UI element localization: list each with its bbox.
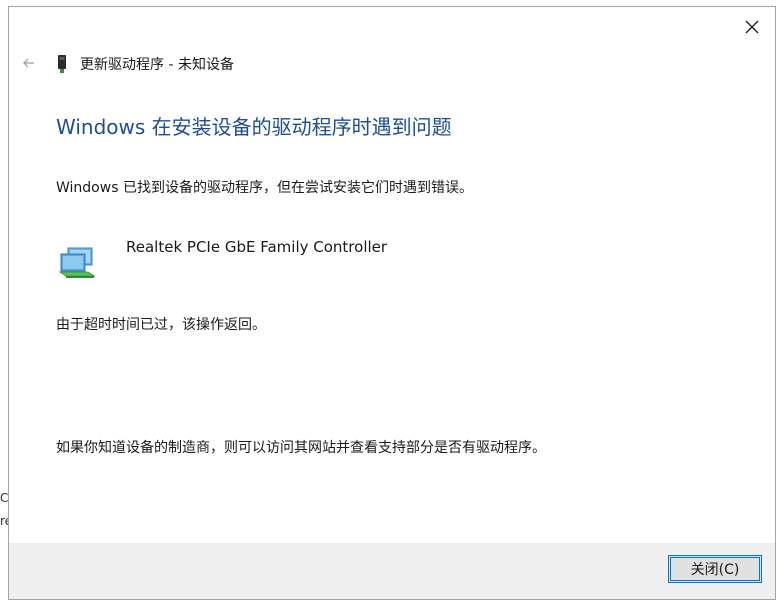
screen: C re 更新驱动程序 - 未知设备 Windows 在安装设备的驱动程序时遇到… — [0, 0, 778, 603]
error-heading: Windows 在安装设备的驱动程序时遇到问题 — [56, 115, 452, 139]
found-driver-message: Windows 已找到设备的驱动程序，但在尝试安装它们时遇到错误。 — [56, 180, 473, 196]
background-text-fragment: re — [0, 514, 8, 528]
close-window-button[interactable] — [737, 13, 767, 41]
page-title: 更新驱动程序 - 未知设备 — [80, 57, 234, 73]
background-text-fragment: C — [0, 491, 8, 505]
close-button[interactable]: 关闭(C) — [668, 555, 762, 583]
close-icon — [745, 20, 759, 34]
dialog-footer: 关闭(C) — [9, 543, 775, 599]
back-button[interactable] — [19, 53, 39, 73]
network-adapter-icon — [58, 247, 96, 278]
device-icon — [58, 55, 66, 73]
update-driver-dialog: 更新驱动程序 - 未知设备 Windows 在安装设备的驱动程序时遇到问题 Wi… — [8, 6, 776, 600]
manufacturer-hint: 如果你知道设备的制造商，则可以访问其网站并查看支持部分是否有驱动程序。 — [56, 440, 546, 456]
device-name: Realtek PCIe GbE Family Controller — [126, 238, 388, 256]
back-arrow-icon — [23, 58, 34, 68]
background-window-edge: C re — [0, 0, 8, 603]
error-message: 由于超时时间已过，该操作返回。 — [56, 317, 266, 333]
